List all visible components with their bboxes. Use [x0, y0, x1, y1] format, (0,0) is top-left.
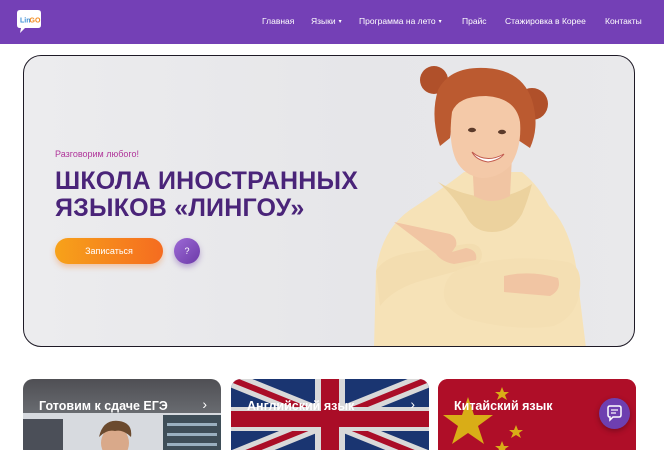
uk-flag-image [231, 379, 429, 450]
nav-item-korea-internship[interactable]: Стажировка в Корее [505, 16, 586, 26]
nav-item-label: Главная [262, 16, 295, 26]
card-english[interactable]: Английский язык › [231, 379, 429, 450]
card-ege-prep[interactable]: Готовим к сдаче ЕГЭ › [23, 379, 221, 450]
hero-banner: Разговорим любого! ШКОЛА ИНОСТРАННЫХ ЯЗЫ… [23, 55, 635, 347]
question-icon[interactable]: ? [174, 238, 200, 264]
hero-tagline: Разговорим любого! [55, 149, 139, 159]
chevron-down-icon: ▾ [338, 19, 342, 25]
logo-text-go: GO [30, 18, 41, 25]
nav-item-home[interactable]: Главная [262, 16, 294, 26]
lingo-logo-icon[interactable]: Lin GO [14, 9, 44, 35]
nav-item-contacts[interactable]: Контакты [605, 16, 642, 26]
nav-item-label: Программа на лето [359, 16, 436, 26]
card-title: Английский язык [247, 399, 355, 413]
nav-item-label: Стажировка в Корее [505, 16, 586, 26]
nav-item-summer-program[interactable]: Программа на лето ▾ [359, 16, 442, 26]
chat-button[interactable] [599, 398, 630, 429]
nav-item-languages[interactable]: Языки ▾ [311, 16, 342, 26]
nav-item-label: Прайс [462, 16, 487, 26]
nav-item-label: Языки [311, 16, 336, 26]
chevron-right-icon: › [410, 396, 415, 412]
chevron-right-icon: › [202, 396, 207, 412]
card-ege-image [23, 413, 221, 450]
top-navigation-bar: Lin GO Главная Языки ▾ Программа на лето ▾… [0, 0, 664, 44]
nav-item-price[interactable]: Прайс [462, 16, 487, 26]
signup-button[interactable]: Записаться [55, 238, 163, 264]
hero-person-image [374, 66, 586, 346]
chat-bubble-icon [607, 405, 622, 422]
card-title: Китайский язык [454, 399, 553, 413]
chevron-down-icon: ▾ [438, 19, 442, 25]
nav-item-label: Контакты [605, 16, 642, 26]
card-title: Готовим к сдаче ЕГЭ [39, 399, 168, 413]
